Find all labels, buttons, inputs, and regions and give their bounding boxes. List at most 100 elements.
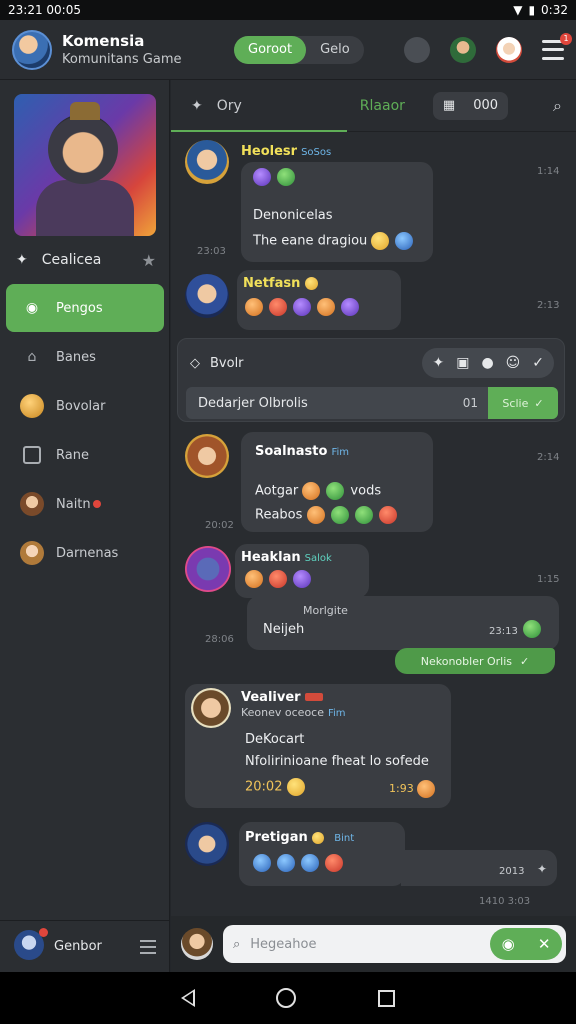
message-placeholder: Hegeahoe <box>250 936 317 952</box>
timestamp: 2:13 <box>537 300 560 311</box>
star-icon[interactable]: ★ <box>142 251 156 270</box>
amount-left: 20:02 <box>245 778 311 796</box>
quoted-message[interactable]: ◇ Bvolr ✦ ▣ ● ☺ ✓ Dedarjer Olbrolis 01 S… <box>177 338 565 422</box>
timestamp: 2:14 <box>537 452 560 463</box>
amount-right: 1:93 <box>389 780 441 798</box>
friend-avatar[interactable] <box>450 36 476 63</box>
emoji-icon <box>317 298 335 316</box>
badge-icon <box>305 693 324 701</box>
chat-panel: ✦ Ory Rlaaor ▦ 000 ⌕ Heolesr SoSos Denoni… <box>171 80 576 916</box>
wifi-icon: ▼ <box>513 3 523 17</box>
sender-name: Soalnasto Fim <box>255 444 349 459</box>
pin-icon: ✦ <box>191 97 203 114</box>
emoji-icon <box>286 778 305 796</box>
emoji-icon <box>417 780 436 798</box>
pin-icon[interactable]: ✦ <box>432 355 444 371</box>
quote-text: Dedarjer Olbrolis <box>198 395 308 411</box>
badge-icon <box>312 831 325 844</box>
game-hero-image[interactable] <box>14 94 156 236</box>
ghost-icon[interactable] <box>404 36 430 63</box>
image-icon[interactable]: ▣ <box>456 355 469 371</box>
pin-icon[interactable]: ✦ <box>537 862 547 876</box>
hamburger-icon[interactable] <box>140 939 156 954</box>
square-icon <box>23 446 41 464</box>
home-icon[interactable] <box>276 988 297 1008</box>
user-avatar[interactable] <box>185 140 229 184</box>
menu-badge: 1 <box>560 32 572 45</box>
timestamp: 1410 3:03 <box>479 896 531 907</box>
emoji-icon <box>269 298 287 316</box>
sidebar-list: ◉ Pengos ⌂ Banes Bovolar Rane Naitn Darn… <box>6 284 164 578</box>
emoji-icon <box>371 232 390 250</box>
copy-icon[interactable]: ● <box>481 355 493 371</box>
composer-avatar[interactable] <box>181 928 213 960</box>
segment-inactive[interactable]: Gelo <box>306 36 364 64</box>
reaction-bar: ✦ ▣ ● ☺ ✓ <box>422 348 554 378</box>
user-avatar[interactable] <box>185 274 229 318</box>
sidebar-heading: ✦ Cealicea ★ <box>16 250 156 270</box>
sidebar-item-darnenas[interactable]: Darnenas <box>6 529 164 577</box>
sender-subtitle: Keonev oceoce Fim <box>241 706 346 719</box>
quote-action[interactable]: Sclie ✓ <box>488 387 558 419</box>
chat-bubble-icon: ◉ <box>25 300 39 316</box>
message-text: DeKocart <box>245 732 305 747</box>
reply-top-text: Morlgite <box>303 604 348 617</box>
tab-pill[interactable]: ▦ 000 <box>432 91 509 120</box>
check-icon[interactable]: ✓ <box>532 355 544 371</box>
timestamp: 28:06 <box>205 634 234 645</box>
menu-icon[interactable]: 1 <box>542 32 572 60</box>
app-title: Komensia <box>62 32 145 50</box>
back-icon[interactable] <box>180 989 195 1007</box>
search-icon: ⌕ <box>233 936 241 952</box>
timestamp: 20:02 <box>205 520 234 531</box>
message-2: Netfasn 2:13 <box>171 270 576 334</box>
close-icon[interactable]: ✕ <box>538 935 551 953</box>
sidebar-item-pengos[interactable]: ◉ Pengos <box>6 284 164 332</box>
segment-active[interactable]: Goroot <box>234 35 307 64</box>
unread-dot <box>92 500 101 508</box>
message-bubble-extension <box>401 850 557 886</box>
smile-icon[interactable]: ☺ <box>506 355 521 371</box>
app-avatar[interactable] <box>12 29 52 70</box>
message-input[interactable]: ⌕ Hegeahoe ◉ ✕ <box>223 925 566 963</box>
status-time: 23:21 00:05 <box>8 3 81 17</box>
user-avatar[interactable] <box>191 688 231 728</box>
emoji-icon <box>253 854 271 872</box>
message-text: The eane dragiou <box>253 232 419 250</box>
sidebar-item-banes[interactable]: ⌂ Banes <box>6 333 164 381</box>
sidebar: ✦ Cealicea ★ ◉ Pengos ⌂ Banes Bovolar Ra… <box>0 80 170 972</box>
profile-avatar[interactable] <box>496 36 522 63</box>
folder-icon: ⌂ <box>27 349 37 365</box>
message-4: Heaklan Salok 1:15 <box>171 544 576 600</box>
tab-first[interactable]: ✦ Ory <box>191 98 242 114</box>
app-header: Komensia Komunitans Game Goroot Gelo 1 <box>0 20 576 80</box>
battery-value: 0:32 <box>541 3 568 17</box>
sidebar-item-bovolar[interactable]: Bovolar <box>6 382 164 430</box>
emoji-icon <box>293 298 311 316</box>
emoji-icon <box>330 506 349 524</box>
sidebar-item-rane[interactable]: Rane <box>6 431 164 479</box>
user-avatar[interactable] <box>185 822 229 866</box>
sender-name: Pretigan Bint <box>245 830 355 845</box>
reply-text: Neijeh <box>263 622 305 637</box>
sidebar-item-naitn[interactable]: Naitn <box>6 480 164 528</box>
status-strip: Nekonobler Orlis ✓ <box>395 648 555 674</box>
user-avatar[interactable] <box>185 434 229 478</box>
app-subtitle: Komunitans Game <box>62 52 182 67</box>
timestamp: 1:15 <box>537 574 560 585</box>
emoji-icon <box>395 232 414 250</box>
timestamp: 23:03 <box>197 246 226 257</box>
emoji-icon <box>306 506 325 524</box>
emoji-icon <box>523 620 541 638</box>
timestamp: 23:13 <box>489 626 518 637</box>
chat-icon[interactable]: ◉ <box>502 935 515 953</box>
message-text: Denonicelas <box>253 208 333 223</box>
tab-second[interactable]: Rlaaor <box>360 98 405 114</box>
message-text: Reabos <box>255 506 403 524</box>
emoji-icon <box>269 570 287 588</box>
check-icon: ✓ <box>534 396 544 410</box>
search-icon[interactable]: ⌕ <box>553 96 562 116</box>
emoji-icon <box>245 570 263 588</box>
user-avatar[interactable] <box>185 546 231 592</box>
recents-icon[interactable] <box>378 989 396 1007</box>
